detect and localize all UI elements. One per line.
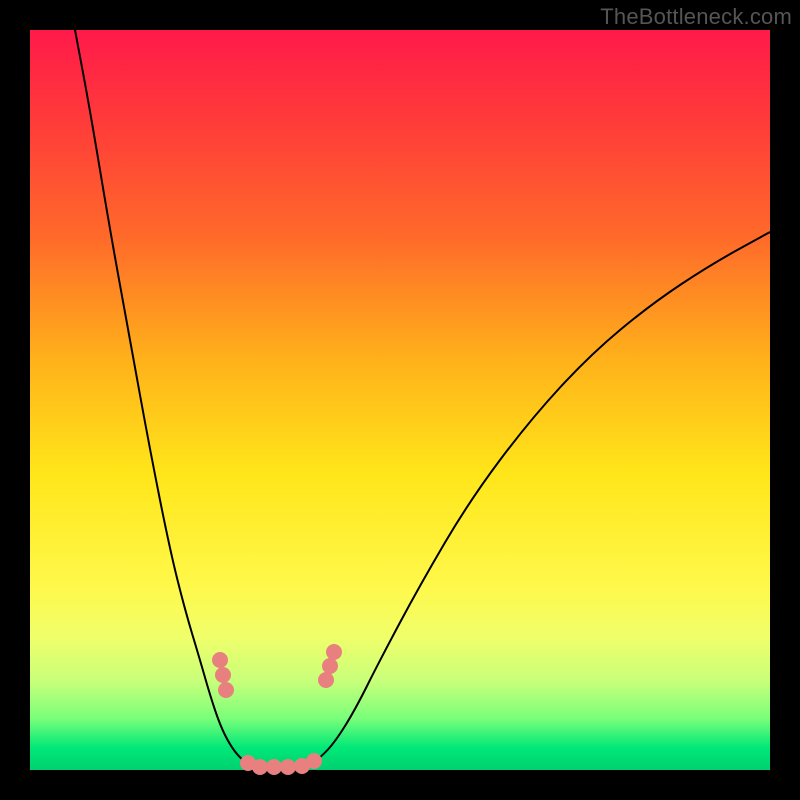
marker-dot <box>306 753 322 769</box>
marker-dot <box>280 759 296 775</box>
marker-dot <box>212 652 228 668</box>
marker-dot <box>252 759 268 775</box>
marker-dot <box>318 672 334 688</box>
curve-right <box>308 232 770 765</box>
plot-area <box>30 30 770 770</box>
curve-left <box>75 30 255 765</box>
marker-dot <box>322 658 338 674</box>
watermark-text: TheBottleneck.com <box>600 4 792 30</box>
marker-dot <box>215 667 231 683</box>
chart-svg <box>30 30 770 770</box>
marker-dot <box>326 644 342 660</box>
marker-dot <box>218 682 234 698</box>
marker-dot <box>266 759 282 775</box>
